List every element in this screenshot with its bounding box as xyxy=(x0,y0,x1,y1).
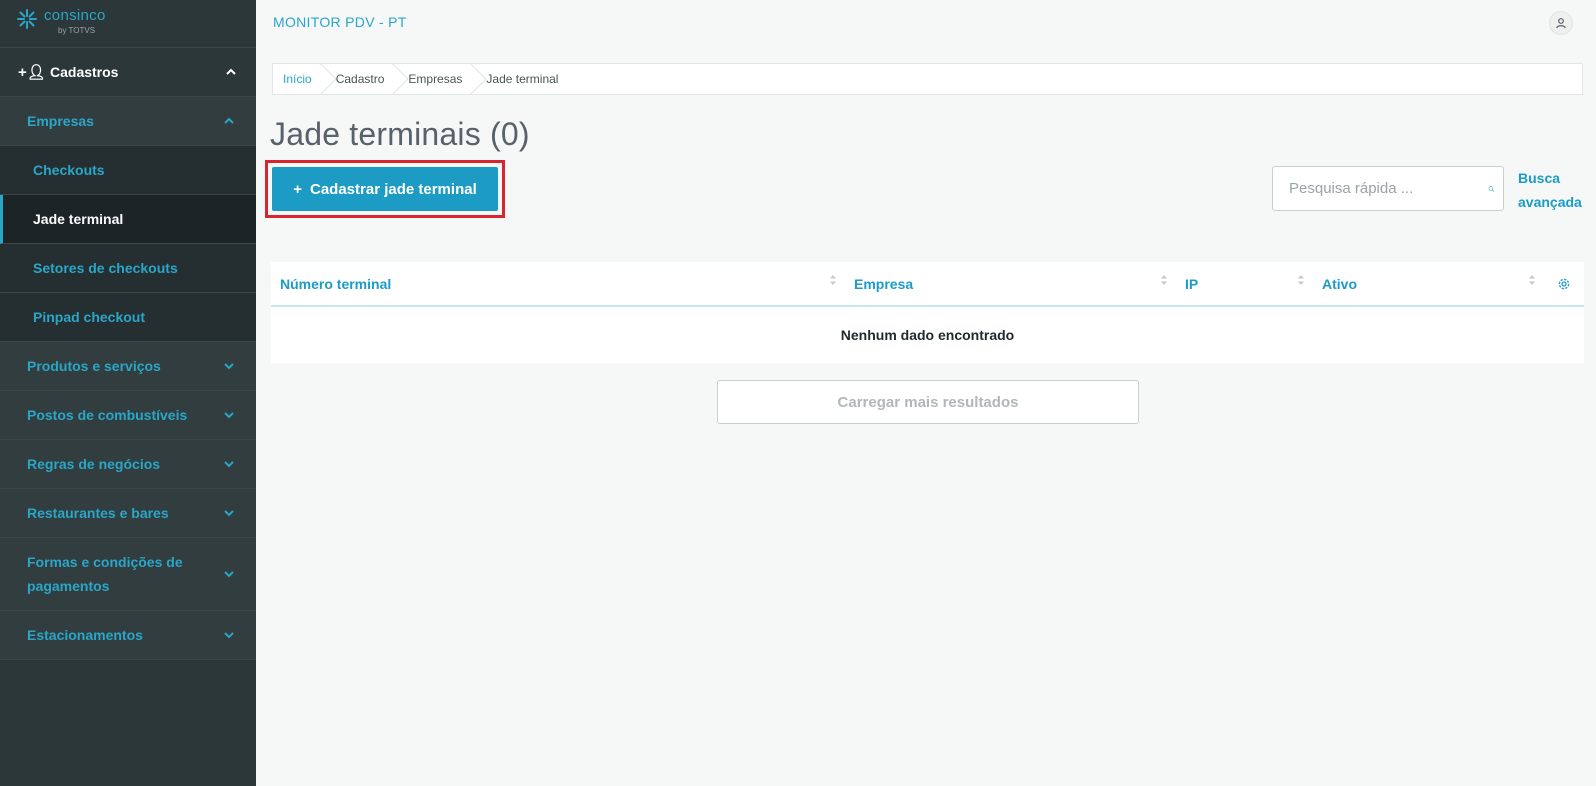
column-header-ip[interactable]: IP xyxy=(1176,262,1313,305)
data-table: Número terminal Empresa IP Ativo Nenhum … xyxy=(271,262,1584,363)
add-button-label: Cadastrar jade terminal xyxy=(310,180,477,198)
sidebar-item-label: Setores de checkouts xyxy=(33,260,178,276)
column-header-empresa[interactable]: Empresa xyxy=(845,262,1176,305)
sidebar-section-cadastros[interactable]: +👤︎ Cadastros xyxy=(0,48,256,97)
sort-icon xyxy=(1161,275,1167,285)
add-jade-terminal-button[interactable]: + Cadastrar jade terminal xyxy=(272,167,498,211)
logo-by: by TOTVS xyxy=(58,26,96,35)
column-header-numero-terminal[interactable]: Número terminal xyxy=(271,262,845,305)
table-settings-button[interactable] xyxy=(1544,277,1584,291)
page-title: Jade terminais (0) xyxy=(270,116,530,152)
sidebar-item-formas-e-condicoes-de-pagamentos[interactable]: Formas e condições de pagamentos xyxy=(0,538,256,611)
sidebar-item-jade-terminal[interactable]: Jade terminal xyxy=(0,195,256,244)
advanced-search-link[interactable]: Busca avançada xyxy=(1518,166,1588,214)
breadcrumb-empresas[interactable]: Empresas xyxy=(398,64,476,94)
sort-icon xyxy=(1529,275,1535,285)
sidebar-item-label: Pinpad checkout xyxy=(33,309,146,325)
consinco-logo-icon xyxy=(17,9,37,29)
sidebar-item-label: Jade terminal xyxy=(33,211,124,227)
chevron-down-icon xyxy=(224,510,234,517)
search-icon[interactable] xyxy=(1488,176,1495,202)
add-user-icon: +👤︎ xyxy=(18,64,46,81)
sidebar-item-label: Empresas xyxy=(27,113,94,129)
breadcrumb: Início Cadastro Empresas Jade terminal xyxy=(272,63,1583,95)
sidebar: consinco by TOTVS +👤︎ Cadastros Empresas… xyxy=(0,0,256,786)
chevron-down-icon xyxy=(224,412,234,419)
sidebar-item-label: Postos de combustíveis xyxy=(27,407,188,423)
app-title[interactable]: MONITOR PDV - PT xyxy=(273,14,407,30)
logo-name: consinco xyxy=(44,7,106,24)
chevron-down-icon xyxy=(224,461,234,468)
sidebar-item-label: Estacionamentos xyxy=(27,627,143,643)
chevron-down-icon xyxy=(224,363,234,370)
table-header: Número terminal Empresa IP Ativo xyxy=(271,262,1584,307)
chevron-up-icon xyxy=(226,68,236,75)
sidebar-item-label: Restaurantes e bares xyxy=(27,505,169,521)
column-label: IP xyxy=(1185,275,1199,292)
column-label: Número terminal xyxy=(280,275,392,292)
sidebar-section-label: Cadastros xyxy=(50,64,119,80)
breadcrumb-inicio[interactable]: Início xyxy=(273,64,326,94)
sidebar-item-label: Produtos e serviços xyxy=(27,358,161,374)
quick-search xyxy=(1272,166,1504,211)
sidebar-item-setores-de-checkouts[interactable]: Setores de checkouts xyxy=(0,244,256,293)
sidebar-item-label: Regras de negócios xyxy=(27,456,161,472)
user-icon xyxy=(1556,18,1566,29)
sidebar-item-checkouts[interactable]: Checkouts xyxy=(0,146,256,195)
plus-icon: + xyxy=(293,180,302,198)
sidebar-item-label: Formas e condições de pagamentos xyxy=(27,554,183,594)
logo: consinco by TOTVS xyxy=(0,0,256,48)
sidebar-submenu: Empresas Checkouts Jade terminal Setores… xyxy=(0,97,256,660)
load-more-button[interactable]: Carregar mais resultados xyxy=(717,380,1139,424)
chevron-down-icon xyxy=(224,632,234,639)
sort-icon xyxy=(830,275,836,285)
sidebar-item-produtos-e-servicos[interactable]: Produtos e serviços xyxy=(0,342,256,391)
chevron-up-icon xyxy=(224,117,234,124)
column-label: Empresa xyxy=(854,275,914,292)
user-menu-button[interactable] xyxy=(1549,11,1573,35)
column-label: Ativo xyxy=(1322,275,1357,292)
sidebar-item-regras-de-negocios[interactable]: Regras de negócios xyxy=(0,440,256,489)
sidebar-item-empresas[interactable]: Empresas xyxy=(0,97,256,146)
breadcrumb-cadastro[interactable]: Cadastro xyxy=(326,64,399,94)
sidebar-item-restaurantes-e-bares[interactable]: Restaurantes e bares xyxy=(0,489,256,538)
column-header-ativo[interactable]: Ativo xyxy=(1313,262,1544,305)
sort-icon xyxy=(1298,275,1304,285)
gear-icon xyxy=(1558,278,1570,289)
sidebar-item-label: Checkouts xyxy=(33,162,105,178)
sidebar-item-estacionamentos[interactable]: Estacionamentos xyxy=(0,611,256,660)
search-input[interactable] xyxy=(1289,180,1488,197)
sidebar-item-pinpad-checkout[interactable]: Pinpad checkout xyxy=(0,293,256,342)
chevron-down-icon xyxy=(224,571,234,578)
empty-table-message: Nenhum dado encontrado xyxy=(840,327,1015,343)
sidebar-item-postos-de-combustiveis[interactable]: Postos de combustíveis xyxy=(0,391,256,440)
breadcrumb-jade-terminal: Jade terminal xyxy=(486,72,559,86)
